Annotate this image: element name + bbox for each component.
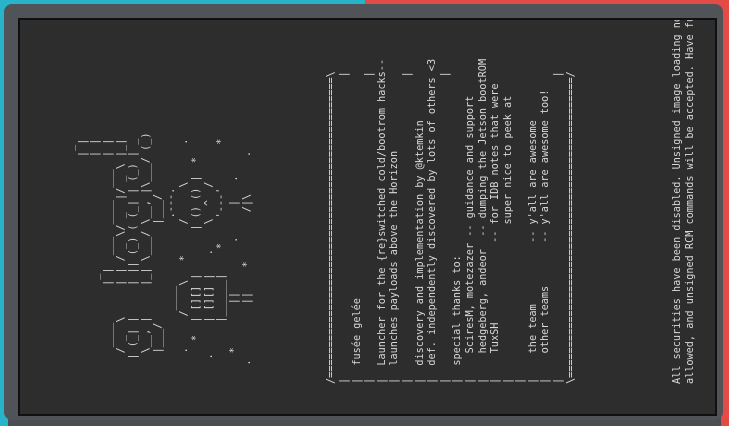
console-output: _ | | _ | | ____ | | ___ ____ ___ | | / … [20,18,715,414]
credit-line: def. independently discovered by lots of… [427,58,439,366]
status-message: All securities have been disabled. Unsig… [672,18,697,384]
thanks-heading: special thanks to: [452,255,464,366]
info-box: /=======================================… [326,58,577,384]
thanks-line: TuxSH -- for IDB notes that were [490,83,502,354]
ascii-art-banner: _ | | _ | | ____ | | ___ ____ ___ | | / … [65,132,253,366]
description-line: launches payloads above the Horizon [389,150,401,366]
box-title: fusée gelée [351,298,363,366]
status-line: All securities have been disabled. Unsig… [672,18,683,384]
device-bezel: _ | | _ | | ____ | | ___ ____ ___ | | / … [4,4,723,420]
status-line: allowed, and unsigned RCM commands will … [684,18,696,384]
thanks-line: SciresM, motezazer -- guidance and suppo… [464,95,476,354]
device-screen: _ | | _ | | ____ | | ___ ____ ___ | | / … [18,18,717,416]
credit-line: discovery and implementation by @ktemkin [414,120,426,366]
description-line: Launcher for the {re}switched cold/bootr… [376,58,388,366]
thanks-line: other teams -- y'all are awesome too! [540,89,552,354]
thanks-line: super nice to peek at [502,95,514,354]
thanks-line: hedgeberg, andeor -- dumping the Jetson … [477,58,489,354]
thanks-line: the team -- y'all are awesome [527,120,539,354]
